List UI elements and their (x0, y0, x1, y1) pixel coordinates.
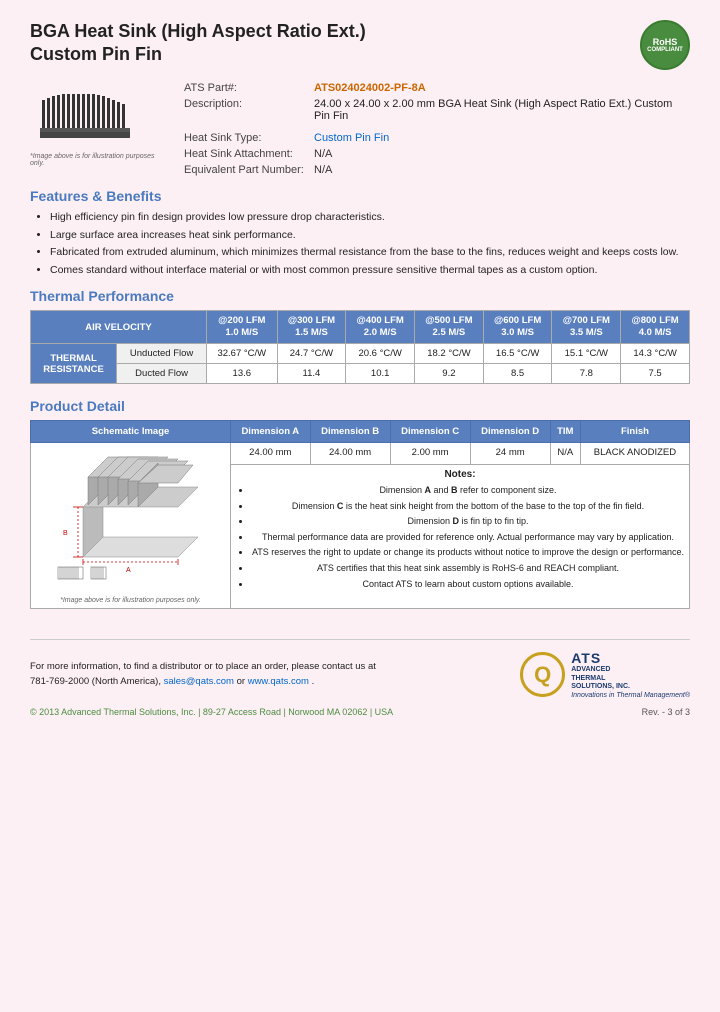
col-dim-c: Dimension C (390, 421, 470, 443)
ducted-800: 7.5 (621, 364, 690, 384)
unducted-700: 15.1 °C/W (552, 344, 621, 364)
svg-text:B: B (63, 530, 68, 537)
ats-part-number: ATS024024002-PF-8A (314, 82, 426, 94)
note-3: Dimension D is fin tip to fin tip. (251, 515, 685, 528)
feature-item-1: High efficiency pin fin design provides … (50, 210, 690, 225)
schematic-caption: *Image above is for illustration purpose… (35, 597, 226, 604)
note-5: ATS reserves the right to update or chan… (251, 546, 685, 559)
part-details: ATS Part#: ATS024024002-PF-8A Descriptio… (180, 80, 690, 178)
col-tim: TIM (550, 421, 580, 443)
page-title: BGA Heat Sink (High Aspect Ratio Ext.) C… (30, 20, 366, 67)
col-300lfm: @300 LFM 1.5 M/S (277, 310, 346, 344)
feature-item-2: Large surface area increases heat sink p… (50, 228, 690, 243)
note-1: Dimension A and B refer to component siz… (251, 484, 685, 497)
air-velocity-header: AIR VELOCITY (31, 310, 207, 344)
dim-c-value: 2.00 mm (390, 443, 470, 465)
dim-a-value: 24.00 mm (231, 443, 311, 465)
unducted-800: 14.3 °C/W (621, 344, 690, 364)
footer-copyright: © 2013 Advanced Thermal Solutions, Inc. … (30, 707, 393, 717)
heat-sink-type-value: Custom Pin Fin (314, 132, 389, 144)
note-7: Contact ATS to learn about custom option… (251, 578, 685, 591)
tim-value: N/A (550, 443, 580, 465)
unducted-600: 16.5 °C/W (483, 344, 552, 364)
unducted-flow-label: Unducted Flow (117, 344, 207, 364)
dim-b-value: 24.00 mm (310, 443, 390, 465)
thermal-resistance-header: THERMALRESISTANCE (31, 344, 117, 384)
rohs-badge: RoHS COMPLIANT (640, 20, 690, 70)
features-title: Features & Benefits (30, 188, 690, 204)
footer-section: For more information, to find a distribu… (30, 639, 690, 716)
ducted-700: 7.8 (552, 364, 621, 384)
ats-logo: Q ATS ADVANCED THERMAL SOLUTIONS, INC. I… (520, 650, 690, 698)
col-700lfm: @700 LFM 3.5 M/S (552, 310, 621, 344)
col-600lfm: @600 LFM 3.0 M/S (483, 310, 552, 344)
thermal-performance-title: Thermal Performance (30, 288, 690, 304)
finish-value: BLACK ANODIZED (580, 443, 689, 465)
heat-sink-type-label: Heat Sink Type: (180, 130, 310, 146)
col-dim-d: Dimension D (470, 421, 550, 443)
product-detail-title: Product Detail (30, 398, 690, 414)
col-dim-b: Dimension B (310, 421, 390, 443)
note-6: ATS certifies that this heat sink assemb… (251, 562, 685, 575)
thermal-performance-table: AIR VELOCITY @200 LFM 1.0 M/S @300 LFM 1… (30, 310, 690, 385)
equiv-part-value: N/A (310, 162, 690, 178)
image-caption: *Image above is for illustration purpose… (30, 153, 160, 167)
footer-contact: For more information, to find a distribu… (30, 660, 376, 689)
ats-logo-text: ATS ADVANCED THERMAL SOLUTIONS, INC. Inn… (571, 650, 690, 698)
ducted-600: 8.5 (483, 364, 552, 384)
note-4: Thermal performance data are provided fo… (251, 531, 685, 544)
notes-list: Dimension A and B refer to component siz… (235, 484, 685, 590)
col-finish: Finish (580, 421, 689, 443)
equiv-part-label: Equivalent Part Number: (180, 162, 310, 178)
col-200lfm: @200 LFM 1.0 M/S (207, 310, 278, 344)
description-label: Description: (180, 96, 310, 124)
features-list: High efficiency pin fin design provides … (30, 210, 690, 278)
product-image-area: *Image above is for illustration purpose… (30, 80, 160, 178)
ducted-200: 13.6 (207, 364, 278, 384)
schematic-svg: B A (43, 447, 218, 592)
col-schematic: Schematic Image (31, 421, 231, 443)
col-800lfm: @800 LFM 4.0 M/S (621, 310, 690, 344)
ducted-500: 9.2 (415, 364, 484, 384)
feature-item-4: Comes standard without interface materia… (50, 263, 690, 278)
col-500lfm: @500 LFM 2.5 M/S (415, 310, 484, 344)
product-detail-table: Schematic Image Dimension A Dimension B … (30, 420, 690, 609)
unducted-500: 18.2 °C/W (415, 344, 484, 364)
schematic-image-cell: B A (31, 443, 231, 609)
ducted-flow-label: Ducted Flow (117, 364, 207, 384)
unducted-400: 20.6 °C/W (346, 344, 415, 364)
attachment-value: N/A (310, 146, 690, 162)
unducted-300: 24.7 °C/W (277, 344, 346, 364)
dim-d-value: 24 mm (470, 443, 550, 465)
col-400lfm: @400 LFM 2.0 M/S (346, 310, 415, 344)
ats-logo-q: Q (520, 652, 565, 697)
note-2: Dimension C is the heat sink height from… (251, 500, 685, 513)
footer-email[interactable]: sales@qats.com (164, 676, 234, 687)
feature-item-3: Fabricated from extruded aluminum, which… (50, 245, 690, 260)
notes-cell: Notes: Dimension A and B refer to compon… (231, 465, 690, 609)
footer-website[interactable]: www.qats.com (248, 676, 309, 687)
attachment-label: Heat Sink Attachment: (180, 146, 310, 162)
footer-page-number: Rev. - 3 of 3 (642, 707, 690, 717)
description-value: 24.00 x 24.00 x 2.00 mm BGA Heat Sink (H… (310, 96, 690, 124)
ducted-400: 10.1 (346, 364, 415, 384)
svg-text:A: A (126, 567, 131, 574)
notes-title: Notes: (235, 469, 685, 480)
ducted-300: 11.4 (277, 364, 346, 384)
footer-phone: 781-769-2000 (North America), (30, 676, 164, 687)
col-dim-a: Dimension A (231, 421, 311, 443)
product-image (30, 80, 140, 150)
unducted-200: 32.67 °C/W (207, 344, 278, 364)
ats-part-label: ATS Part#: (180, 80, 310, 96)
